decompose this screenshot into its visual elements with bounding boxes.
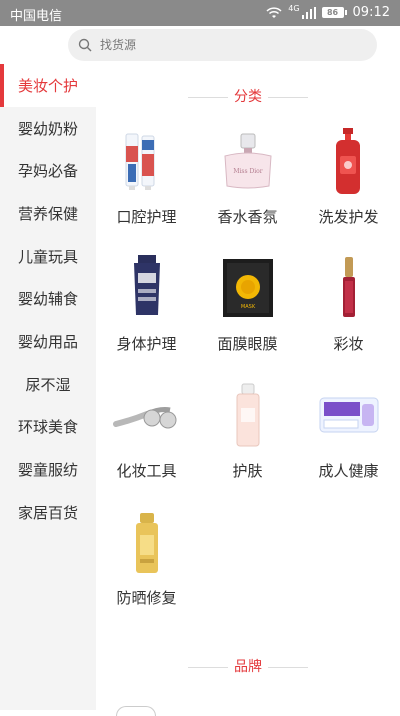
toner-bottle-icon bbox=[213, 380, 283, 450]
category-item-label: 成人健康 bbox=[318, 462, 379, 480]
signal-icon bbox=[301, 6, 316, 19]
category-item-label: 洗发护发 bbox=[318, 208, 379, 226]
toothpaste-icon bbox=[112, 126, 182, 196]
category-item[interactable]: 洗发护发 bbox=[298, 126, 399, 253]
category-item[interactable]: MASK 面膜眼膜 bbox=[197, 253, 298, 380]
sidebar-item[interactable]: 婴幼辅食 bbox=[0, 277, 96, 320]
pad-pack-icon bbox=[314, 380, 384, 450]
sidebar-item[interactable]: 家居百货 bbox=[0, 491, 96, 534]
category-item[interactable]: 口腔护理 bbox=[96, 126, 197, 253]
category-item-label: 化妆工具 bbox=[116, 462, 177, 480]
category-item-label: 彩妆 bbox=[333, 335, 364, 353]
svg-text:MASK: MASK bbox=[240, 304, 255, 310]
brand-section-header: 品牌 bbox=[96, 656, 400, 676]
search-bar bbox=[0, 26, 400, 64]
category-item[interactable]: Miss Dior 香水香氛 bbox=[197, 126, 298, 253]
category-section-header: 分类 bbox=[96, 86, 400, 106]
clock: 09:12 bbox=[352, 5, 390, 20]
category-item-label: 口腔护理 bbox=[116, 208, 177, 226]
search-input[interactable] bbox=[100, 38, 350, 52]
category-item-label: 香水香氛 bbox=[217, 208, 278, 226]
category-item-label: 防晒修复 bbox=[116, 589, 177, 607]
sidebar-item[interactable]: 儿童玩具 bbox=[0, 235, 96, 278]
carrier-name: 中国电信 bbox=[10, 9, 63, 24]
battery-level: 86 bbox=[321, 7, 344, 18]
sidebar-item[interactable]: 婴幼奶粉 bbox=[0, 107, 96, 150]
lip-gloss-icon bbox=[314, 253, 384, 323]
sidebar-item[interactable]: 营养保健 bbox=[0, 192, 96, 235]
status-bar: 中国电信 4G 86 09:12 bbox=[0, 0, 400, 26]
sidebar-item[interactable]: 婴童服纺 bbox=[0, 448, 96, 491]
sidebar-item[interactable]: 尿不湿 bbox=[0, 363, 96, 406]
sunscreen-icon bbox=[112, 507, 182, 577]
category-item[interactable]: 护肤 bbox=[197, 380, 298, 507]
search-box[interactable] bbox=[68, 29, 377, 61]
sidebar-item[interactable]: 孕妈必备 bbox=[0, 149, 96, 192]
perfume-icon: Miss Dior bbox=[213, 126, 283, 196]
svg-text:Miss Dior: Miss Dior bbox=[233, 168, 262, 175]
category-sidebar: 美妆个护 婴幼奶粉 孕妈必备 营养保健 儿童玩具 婴幼辅食 婴幼用品 尿不湿 环球美食 婴童服纺家… bbox=[0, 64, 96, 710]
category-item[interactable]: 化妆工具 bbox=[96, 380, 197, 507]
category-item[interactable]: 彩妆 bbox=[298, 253, 399, 380]
category-item[interactable]: 防晒修复 bbox=[96, 507, 197, 634]
face-mask-box-icon: MASK bbox=[213, 253, 283, 323]
category-item-label: 面膜眼膜 bbox=[217, 335, 278, 353]
sidebar-item[interactable]: 婴幼用品 bbox=[0, 320, 96, 363]
lotion-tube-icon bbox=[112, 253, 182, 323]
search-icon bbox=[78, 38, 92, 52]
category-item-label: 护肤 bbox=[232, 462, 263, 480]
face-roller-icon bbox=[112, 380, 182, 450]
wifi-icon bbox=[266, 6, 282, 18]
brand-section-title: 品牌 bbox=[234, 659, 262, 675]
sidebar-item[interactable]: 环球美食 bbox=[0, 406, 96, 449]
network-type: 4G bbox=[288, 4, 300, 13]
category-item-label: 身体护理 bbox=[116, 335, 177, 353]
category-item[interactable]: 成人健康 bbox=[298, 380, 399, 507]
status-icons: 4G 86 09:12 bbox=[266, 4, 390, 20]
shampoo-icon bbox=[314, 126, 384, 196]
brand-item-partial[interactable] bbox=[116, 706, 156, 716]
battery-icon: 86 bbox=[321, 7, 347, 18]
category-item[interactable]: 身体护理 bbox=[96, 253, 197, 380]
category-content: 分类 口腔护理 Miss Dior 香水香氛 洗发护发身体护理 MASK 面膜眼膜 彩妆化妆… bbox=[96, 64, 400, 716]
category-section-title: 分类 bbox=[234, 89, 262, 105]
sidebar-item[interactable]: 美妆个护 bbox=[0, 64, 96, 107]
